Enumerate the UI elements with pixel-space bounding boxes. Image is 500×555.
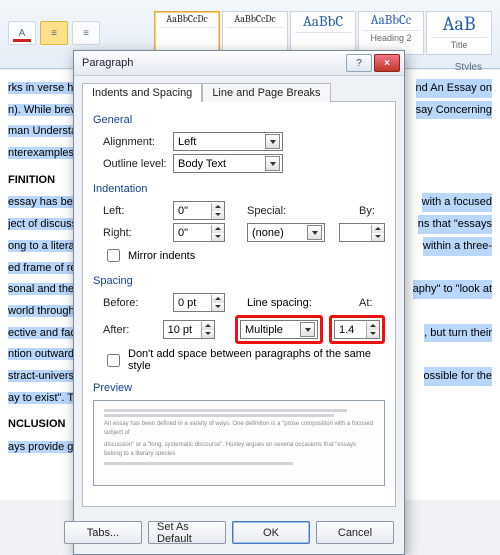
after-spinner[interactable]: 10 pt [163,320,215,339]
chevron-down-icon [307,225,322,240]
group-preview: Preview An essay has been defined in a v… [93,382,385,486]
close-button[interactable]: × [374,54,400,72]
preview-box: An essay has been defined in a variety o… [93,400,385,486]
outline-level-select[interactable]: Body Text [173,154,283,173]
alignment-select[interactable]: Left [173,132,283,151]
at-label: At: [359,297,385,309]
line-spacing-select[interactable]: Multiple [240,320,318,339]
before-spinner[interactable]: 0 pt [173,293,225,312]
indent-left-label: Left: [93,205,167,217]
cancel-button[interactable]: Cancel [316,521,394,544]
alignment-label: Alignment: [93,136,167,148]
after-label: After: [93,324,157,336]
dialog-buttons: Tabs... Set As Default OK Cancel [74,515,404,554]
group-general: General Alignment: Left Outline level: B… [93,114,385,173]
align-center-button[interactable]: ≡ [72,21,100,45]
style-item[interactable]: AaBTitle [426,11,492,55]
special-label: Special: [247,205,295,217]
outline-label: Outline level: [93,158,167,170]
by-spinner[interactable] [339,223,385,242]
group-spacing: Spacing Before: 0 pt Line spacing: At: A… [93,275,385,372]
style-item[interactable]: AaBbCcDc [222,11,288,55]
paragraph-dialog: Paragraph ? × Indents and Spacing Line a… [73,50,405,555]
group-indentation: Indentation Left: 0" Special: By: Right:… [93,183,385,265]
style-gallery: AaBbCcDc AaBbCcDc AaBbC AaBbCcHeading 2 … [154,11,492,55]
style-item[interactable]: AaBbCcDc [154,11,220,55]
indent-right-label: Right: [93,227,167,239]
chevron-down-icon [265,134,280,149]
highlight-ring: Multiple [235,315,323,344]
before-label: Before: [93,297,167,309]
tabs-button[interactable]: Tabs... [64,521,142,544]
ok-button[interactable]: OK [232,521,310,544]
tab-panel: General Alignment: Left Outline level: B… [82,101,396,507]
dialog-tabs: Indents and Spacing Line and Page Breaks [74,76,404,101]
set-as-default-button[interactable]: Set As Default [148,521,226,544]
style-item[interactable]: AaBbCcHeading 2 [358,11,424,55]
no-space-same-style-checkbox[interactable]: Don't add space between paragraphs of th… [103,348,385,372]
chevron-down-icon [300,322,315,337]
at-spinner[interactable]: 1.4 [334,320,380,339]
font-color-button[interactable]: A [8,21,36,45]
indent-left-spinner[interactable]: 0" [173,201,225,220]
by-label: By: [359,205,385,217]
indent-right-spinner[interactable]: 0" [173,223,225,242]
help-button[interactable]: ? [346,54,372,72]
tab-line-page-breaks[interactable]: Line and Page Breaks [202,83,330,102]
dialog-title: Paragraph [82,57,344,69]
style-item[interactable]: AaBbC [290,11,356,55]
highlight-ring: 1.4 [329,315,385,344]
tab-indents-spacing[interactable]: Indents and Spacing [82,83,202,102]
chevron-down-icon [265,156,280,171]
dialog-titlebar[interactable]: Paragraph ? × [74,51,404,76]
special-select[interactable]: (none) [247,223,325,242]
mirror-indents-checkbox[interactable]: Mirror indents [103,246,385,265]
align-left-button[interactable]: ≡ [40,21,68,45]
line-spacing-label: Line spacing: [247,297,312,309]
